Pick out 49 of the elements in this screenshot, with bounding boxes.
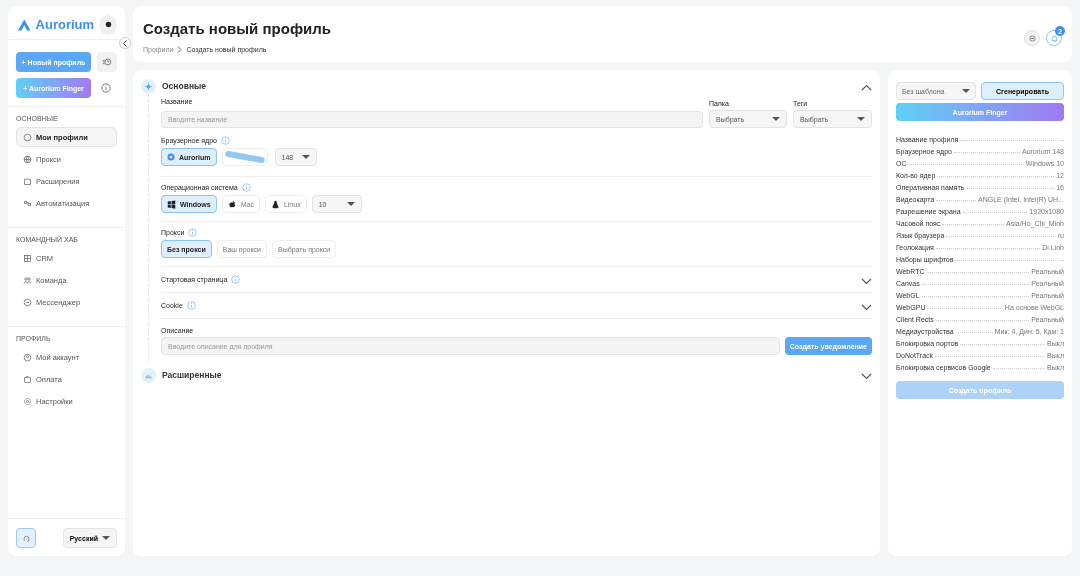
caret-icon	[301, 154, 310, 160]
chevron-icon[interactable]	[861, 373, 872, 380]
info-icon[interactable]	[231, 275, 241, 284]
caret-icon	[346, 201, 355, 207]
caret-icon	[102, 535, 110, 541]
support-button[interactable]	[16, 528, 36, 548]
collapse-button[interactable]	[119, 37, 131, 49]
brand-name: Aurorium	[35, 17, 95, 32]
globe-icon	[23, 154, 32, 164]
messages-button[interactable]	[1024, 30, 1040, 46]
flow-icon	[23, 198, 32, 208]
chevron-icon[interactable]	[861, 277, 872, 285]
info-button[interactable]	[101, 83, 111, 93]
account-icon	[23, 352, 32, 362]
windows-icon	[167, 199, 176, 209]
penguin-icon	[270, 199, 280, 209]
theme-button[interactable]	[99, 14, 117, 35]
chevron-icon	[122, 39, 128, 47]
section-title: Расширенные	[162, 370, 223, 380]
info-icon	[101, 83, 111, 93]
caret-icon	[772, 116, 780, 122]
gear-icon	[23, 396, 32, 406]
sun-icon	[103, 20, 113, 29]
chat-icon	[23, 297, 32, 307]
headset-icon	[21, 533, 31, 543]
history-icon	[102, 57, 112, 67]
engine-icon	[167, 153, 175, 161]
info-icon[interactable]	[186, 301, 196, 310]
people-icon	[23, 275, 32, 285]
chevron-icon[interactable]	[861, 84, 872, 91]
bell-icon	[1049, 33, 1059, 43]
section-title: Основные	[162, 81, 207, 91]
puzzle-icon	[23, 176, 32, 186]
info-icon[interactable]	[188, 228, 198, 237]
wallet-icon	[23, 374, 32, 384]
covered-option-button[interactable]	[221, 148, 268, 166]
chevron-icon	[177, 46, 183, 53]
chevron-icon[interactable]	[861, 303, 872, 311]
info-icon[interactable]	[221, 136, 230, 145]
info-icon[interactable]	[241, 183, 251, 192]
caret-icon	[962, 88, 970, 94]
cross-icon	[144, 81, 153, 91]
page-title: Создать новый профиль	[143, 20, 331, 37]
caret-icon	[857, 116, 865, 122]
logo-icon	[18, 18, 31, 31]
grid-icon	[23, 253, 32, 263]
circle-icon	[23, 132, 32, 142]
chat-icon	[1027, 33, 1037, 43]
apple-icon	[227, 199, 237, 209]
